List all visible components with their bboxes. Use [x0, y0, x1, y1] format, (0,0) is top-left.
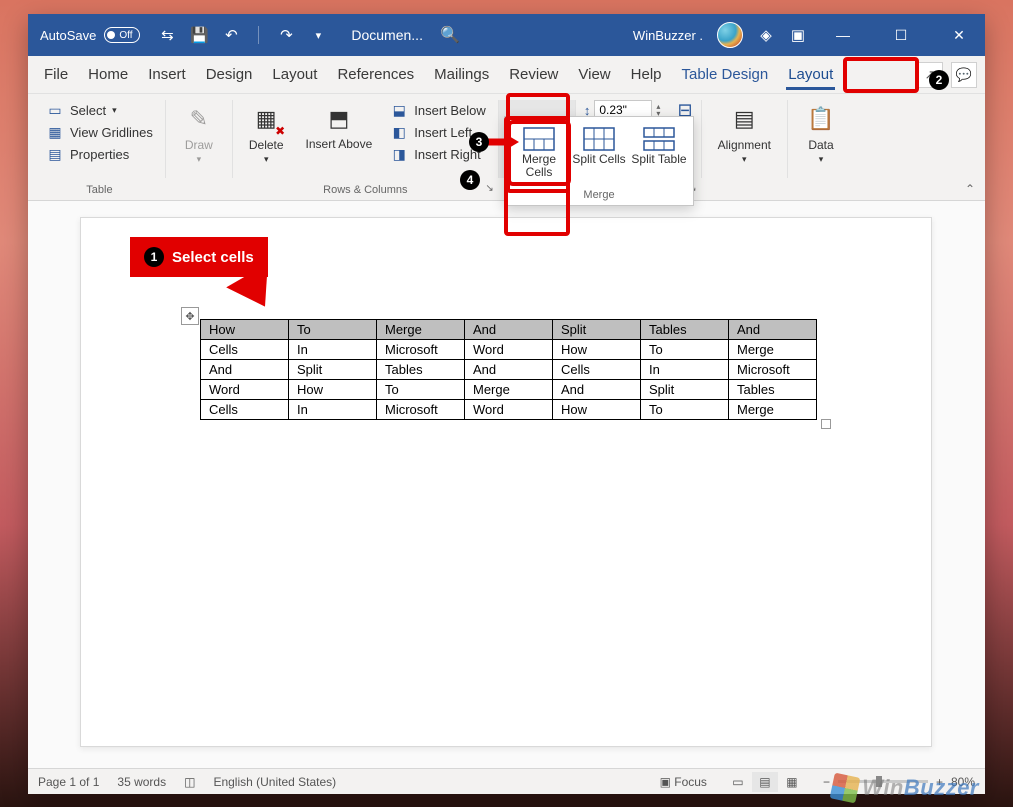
group-data: 📋 Data▾ — [787, 100, 854, 178]
avatar[interactable] — [717, 22, 743, 48]
print-layout-icon[interactable]: ▤ — [752, 772, 778, 792]
zoom-out-icon[interactable]: − — [823, 775, 830, 789]
watermark: WinBuzzer — [832, 775, 979, 801]
data-icon: 📋 — [804, 102, 838, 136]
group-draw: ✎ Draw▾ — [165, 100, 232, 178]
annotation-badge-2: 2 — [929, 70, 949, 90]
display-mode-icon[interactable]: ▣ — [789, 26, 807, 44]
table-row[interactable]: WordHowToMergeAndSplitTables — [201, 380, 817, 400]
table-row[interactable]: HowToMergeAndSplitTablesAnd — [201, 320, 817, 340]
grid-icon: ▦ — [46, 124, 64, 140]
autosave-toggle[interactable]: AutoSave Off — [28, 27, 152, 43]
tab-insert[interactable]: Insert — [138, 56, 196, 94]
page — [80, 217, 932, 747]
table-row[interactable]: AndSplitTablesAndCellsInMicrosoft — [201, 360, 817, 380]
table-resize-handle[interactable] — [821, 419, 831, 429]
data-button[interactable]: 📋 Data▾ — [796, 100, 846, 167]
undo-icon[interactable]: ↶ — [222, 26, 240, 44]
group-alignment: ▤ Alignment▾ — [701, 100, 787, 178]
view-buttons: ▭ ▤ ▦ — [725, 772, 805, 792]
focus-mode[interactable]: ▣ Focus — [660, 775, 707, 789]
tab-mailings[interactable]: Mailings — [424, 56, 499, 94]
qat-more-icon[interactable]: ▾ — [309, 26, 327, 44]
draw-button[interactable]: ✎ Draw▾ — [174, 100, 224, 167]
insert-above-button[interactable]: ⬒ Insert Above — [298, 100, 381, 153]
merge-cells-icon — [523, 127, 555, 151]
read-mode-icon[interactable]: ▭ — [725, 772, 751, 792]
titlebar: AutoSave Off ⇆ 💾 ↶ ↷ ▾ Documen... 🔍 WinB… — [28, 14, 985, 56]
properties-button[interactable]: ▤Properties — [42, 144, 157, 164]
accessibility-icon[interactable]: ◫ — [184, 775, 195, 789]
tab-layout[interactable]: Layout — [262, 56, 327, 94]
document-title[interactable]: Documen... — [333, 27, 441, 43]
split-cells-icon — [583, 127, 615, 151]
table-move-handle[interactable]: ✥ — [181, 307, 199, 325]
annotation-callout: 1 Select cells — [130, 237, 268, 277]
tab-table-design[interactable]: Table Design — [672, 56, 779, 94]
maximize-button[interactable]: ☐ — [879, 14, 923, 56]
insert-left-icon: ◧ — [390, 124, 408, 140]
dropdown-footer: Merge — [509, 183, 689, 201]
table-row[interactable]: CellsInMicrosoftWordHowToMerge — [201, 340, 817, 360]
search-icon[interactable]: 🔍 — [441, 26, 459, 44]
tab-design[interactable]: Design — [196, 56, 263, 94]
properties-icon: ▤ — [46, 146, 64, 162]
sync-icon[interactable]: ⇆ — [158, 26, 176, 44]
pointer-icon: ▭ — [46, 102, 64, 118]
close-button[interactable]: ✕ — [937, 14, 981, 56]
save-icon[interactable]: 💾 — [190, 26, 208, 44]
table-row[interactable]: CellsInMicrosoftWordHowToMerge — [201, 400, 817, 420]
alignment-button[interactable]: ▤ Alignment▾ — [710, 100, 779, 167]
merge-dropdown: Merge Cells Split Cells Split Table Merg… — [504, 116, 694, 206]
diamond-icon[interactable]: ◈ — [757, 26, 775, 44]
tab-review[interactable]: Review — [499, 56, 568, 94]
web-layout-icon[interactable]: ▦ — [779, 772, 805, 792]
delete-button[interactable]: ▦✖ Delete▾ — [241, 100, 292, 167]
view-gridlines-button[interactable]: ▦View Gridlines — [42, 122, 157, 142]
delete-icon: ▦✖ — [249, 102, 283, 136]
insert-right-icon: ◨ — [390, 146, 408, 162]
comments-icon[interactable]: 💬 — [951, 62, 977, 88]
tab-references[interactable]: References — [327, 56, 424, 94]
ribbon-tabs: File Home Insert Design Layout Reference… — [28, 56, 985, 94]
autosave-label: AutoSave — [40, 28, 96, 43]
select-button[interactable]: ▭Select ▾ — [42, 100, 157, 120]
qat: ⇆ 💾 ↶ ↷ ▾ — [152, 26, 333, 44]
draw-icon: ✎ — [182, 102, 216, 136]
tab-view[interactable]: View — [568, 56, 620, 94]
tab-home[interactable]: Home — [78, 56, 138, 94]
annotation-arrow-3: 3 — [469, 132, 519, 152]
watermark-logo-icon — [830, 773, 861, 804]
tab-file[interactable]: File — [34, 56, 78, 94]
language-indicator[interactable]: English (United States) — [213, 775, 336, 789]
annotation-badge-4: 4 — [460, 170, 480, 190]
collapse-ribbon-icon[interactable]: ⌃ — [965, 182, 975, 196]
word-count[interactable]: 35 words — [117, 775, 166, 789]
word-window: AutoSave Off ⇆ 💾 ↶ ↷ ▾ Documen... 🔍 WinB… — [28, 14, 985, 794]
document-area[interactable]: 1 Select cells ✥ HowToMergeAndSplitTable… — [28, 201, 985, 768]
toggle-icon: Off — [104, 27, 140, 43]
split-cells-button[interactable]: Split Cells — [570, 123, 628, 183]
tab-table-layout[interactable]: Layout — [778, 56, 843, 94]
group-rows-columns: ▦✖ Delete▾ ⬒ Insert Above ⬓Insert Below … — [232, 100, 498, 178]
page-indicator[interactable]: Page 1 of 1 — [38, 775, 99, 789]
dialog-launcher-icon[interactable]: ↘ — [485, 183, 493, 194]
annotation-highlight-layout — [843, 57, 919, 93]
document-table[interactable]: HowToMergeAndSplitTablesAnd CellsInMicro… — [200, 319, 817, 420]
tab-help[interactable]: Help — [621, 56, 672, 94]
redo-icon[interactable]: ↷ — [277, 26, 295, 44]
insert-below-button[interactable]: ⬓Insert Below — [386, 100, 490, 120]
group-label: Rows & Columns — [233, 184, 498, 196]
minimize-button[interactable]: ― — [821, 14, 865, 56]
insert-above-icon: ⬒ — [322, 102, 356, 136]
alignment-icon: ▤ — [727, 102, 761, 136]
split-table-button[interactable]: Split Table — [630, 123, 688, 183]
user-name[interactable]: WinBuzzer . — [633, 28, 703, 43]
split-table-icon — [643, 127, 675, 151]
group-label: Table — [34, 184, 165, 196]
group-table: ▭Select ▾ ▦View Gridlines ▤Properties Ta… — [34, 100, 165, 178]
insert-below-icon: ⬓ — [390, 102, 408, 118]
